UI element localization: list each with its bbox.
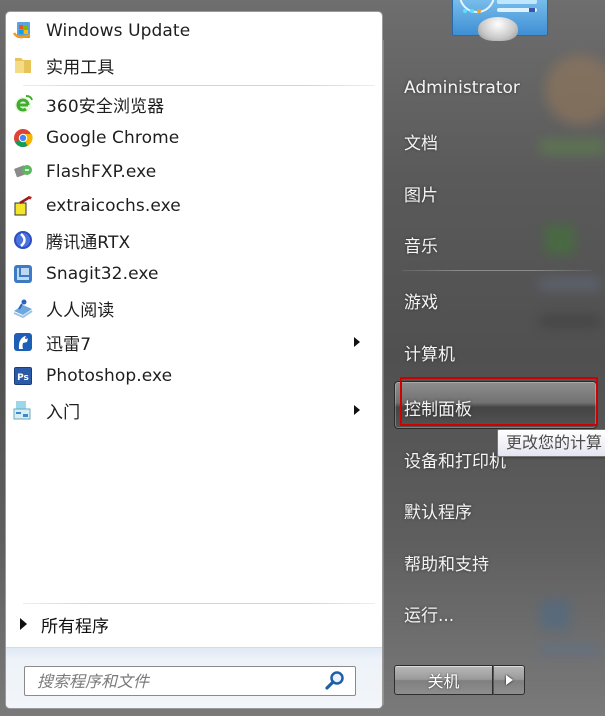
right-item-run[interactable]: 运行... [404, 601, 454, 626]
thunder-icon [12, 331, 34, 353]
program-label: 入门 [46, 402, 81, 423]
expand-arrow-icon [20, 618, 27, 630]
separator [23, 603, 375, 604]
program-label: Google Chrome [46, 128, 180, 148]
search-icon[interactable] [323, 669, 347, 693]
program-item-renren-reader[interactable]: 人人阅读 [12, 293, 374, 323]
shutdown-options-button[interactable] [493, 665, 525, 695]
user-name-link[interactable]: Administrator [404, 78, 520, 98]
program-item-snagit[interactable]: Snagit32.exe [12, 259, 374, 289]
search-box[interactable] [24, 666, 356, 696]
program-item-utilities[interactable]: 实用工具 [12, 50, 374, 80]
right-item-documents[interactable]: 文档 [404, 129, 438, 154]
background-blur [545, 225, 575, 255]
submenu-arrow-icon[interactable] [354, 337, 360, 347]
extraico-icon [12, 195, 34, 217]
shutdown-button[interactable]: 关机 [394, 665, 493, 695]
program-label: FlashFXP.exe [46, 162, 157, 182]
shutdown-group: 关机 [394, 665, 525, 695]
program-label: 腾讯通RTX [46, 232, 131, 253]
user-picture-bar [497, 8, 537, 12]
background-blur [540, 140, 605, 154]
user-picture[interactable] [452, 0, 548, 41]
background-blur [545, 55, 605, 125]
program-item-360-browser[interactable]: 360安全浏览器 [12, 89, 374, 119]
renren-reader-icon [12, 297, 34, 319]
program-item-flashfxp[interactable]: FlashFXP.exe [12, 157, 374, 187]
all-programs-button[interactable]: 所有程序 [20, 610, 220, 638]
background-blur [540, 315, 600, 327]
right-item-music[interactable]: 音乐 [404, 232, 438, 257]
snagit-icon [12, 263, 34, 285]
windows-update-icon [12, 20, 34, 42]
chrome-icon [12, 127, 34, 149]
program-label: Photoshop.exe [46, 366, 173, 386]
program-label: Snagit32.exe [46, 264, 159, 284]
program-label: 360安全浏览器 [46, 96, 165, 117]
right-item-control-panel[interactable]: 控制面板 [404, 395, 472, 420]
program-item-thunder[interactable]: 迅雷7 [12, 327, 374, 357]
right-item-devices-printers[interactable]: 设备和打印机 [404, 447, 506, 472]
panel-divider [383, 40, 384, 705]
right-item-default-programs[interactable]: 默认程序 [404, 498, 472, 523]
flashfxp-icon [12, 161, 34, 183]
program-item-rtx[interactable]: 腾讯通RTX [12, 225, 374, 255]
program-label: 迅雷7 [46, 334, 92, 355]
svg-text:Ps: Ps [17, 373, 29, 383]
right-item-games[interactable]: 游戏 [404, 288, 438, 313]
program-label: 人人阅读 [46, 300, 115, 321]
program-item-getting-started[interactable]: 入门 [12, 395, 374, 425]
search-input[interactable] [25, 666, 323, 696]
right-item-computer[interactable]: 计算机 [404, 340, 455, 365]
program-item-extraicochs[interactable]: extraicochs.exe [12, 191, 374, 221]
tooltip: 更改您的计算 [497, 429, 605, 457]
chevron-right-icon [505, 675, 513, 685]
user-picture-dome [478, 17, 518, 41]
photoshop-icon: Ps [12, 365, 34, 387]
user-picture-dots [463, 9, 481, 13]
background-blur [540, 600, 570, 630]
separator [402, 270, 592, 271]
program-item-windows-update[interactable]: Windows Update [12, 16, 374, 46]
rtx-icon [12, 229, 34, 251]
submenu-arrow-icon[interactable] [354, 405, 360, 415]
all-programs-label: 所有程序 [41, 616, 109, 637]
program-label: Windows Update [46, 21, 191, 41]
separator [23, 85, 375, 86]
background-blur [540, 645, 600, 655]
program-item-photoshop[interactable]: Ps Photoshop.exe [12, 361, 374, 391]
user-picture-bar [497, 0, 537, 4]
right-item-help-support[interactable]: 帮助和支持 [404, 550, 489, 575]
start-menu-programs-panel: Windows Update 实用工具 360安全浏览器 Google Chro… [5, 11, 383, 709]
getting-started-icon [12, 399, 34, 421]
360-browser-icon [12, 93, 34, 115]
folder-icon [12, 54, 34, 76]
right-item-pictures[interactable]: 图片 [404, 181, 438, 206]
program-label: 实用工具 [46, 57, 115, 78]
program-label: extraicochs.exe [46, 196, 181, 216]
search-area [6, 647, 382, 708]
program-item-google-chrome[interactable]: Google Chrome [12, 123, 374, 153]
background-blur [540, 280, 600, 288]
